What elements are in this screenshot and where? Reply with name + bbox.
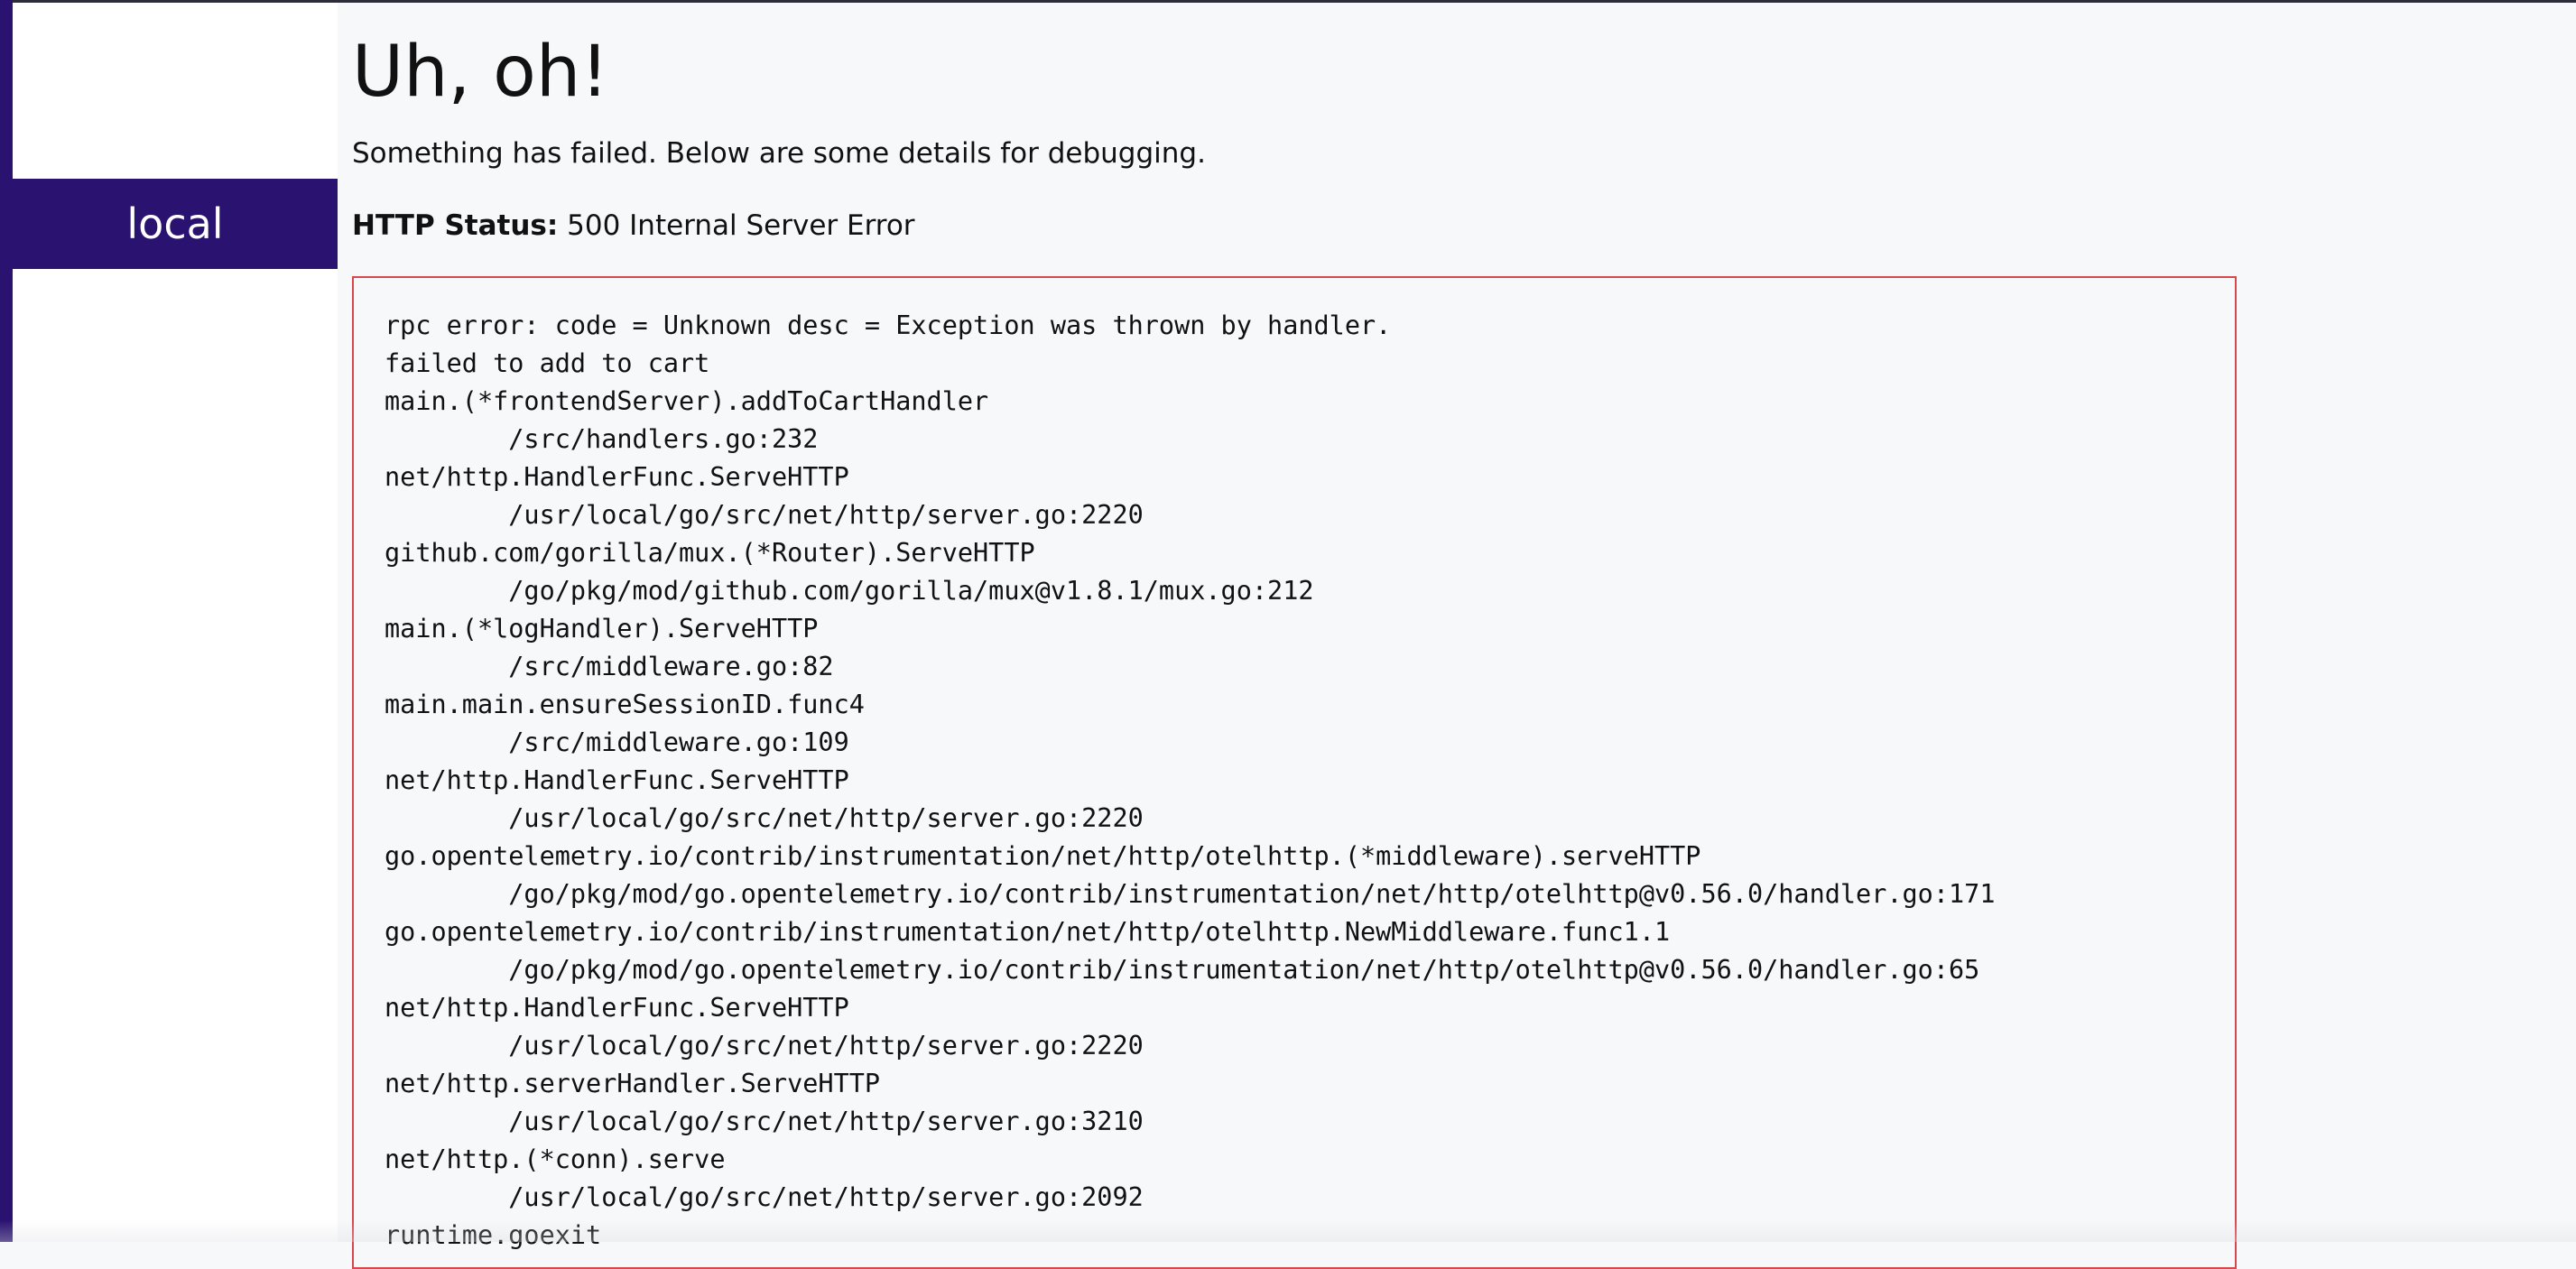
http-status-line: HTTP Status: 500 Internal Server Error bbox=[352, 208, 2247, 244]
top-border bbox=[0, 0, 2576, 3]
bottom-shadow bbox=[0, 1220, 2576, 1242]
stack-trace-text[interactable]: rpc error: code = Unknown desc = Excepti… bbox=[354, 278, 2235, 1269]
error-content: Uh, oh! Something has failed. Below are … bbox=[352, 27, 2247, 244]
page-title: Uh, oh! bbox=[352, 27, 2247, 117]
stack-trace-box[interactable]: rpc error: code = Unknown desc = Excepti… bbox=[352, 276, 2237, 1269]
environment-label: local bbox=[126, 199, 223, 248]
error-subtitle: Something has failed. Below are some det… bbox=[352, 135, 2247, 171]
http-status-label: HTTP Status: bbox=[352, 209, 558, 242]
left-accent-bar bbox=[0, 0, 13, 1242]
environment-banner: local bbox=[13, 179, 338, 269]
http-status-value: 500 Internal Server Error bbox=[567, 209, 914, 242]
